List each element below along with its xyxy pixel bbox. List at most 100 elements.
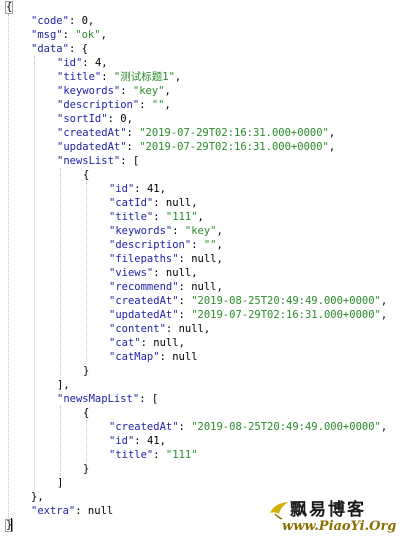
json-punctuation: : <box>153 449 166 461</box>
watermark-url: www.PiaoYi.Org <box>282 519 397 534</box>
matched-brace: { <box>5 1 14 14</box>
json-punctuation: , <box>101 57 108 69</box>
json-punctuation: , <box>380 309 388 321</box>
json-line: "newsList": [ <box>57 154 139 168</box>
json-punctuation: : <box>153 267 166 279</box>
json-line: "description": "", <box>57 98 171 112</box>
json-line: "data": { <box>31 42 88 56</box>
json-string-value: "2019-07-29T02:16:31.000+0000" <box>139 127 329 139</box>
json-string-value: "" <box>203 239 217 251</box>
json-key: "msg" <box>31 29 63 41</box>
json-value: null <box>172 351 198 363</box>
json-punctuation: , <box>216 253 223 265</box>
json-key: "id" <box>57 57 83 69</box>
json-viewer[interactable]: {"code": 0, "msg": "ok", "data": {"id": 4,… <box>0 0 419 540</box>
json-line: "msg": "ok", <box>31 28 107 42</box>
json-key: "extra" <box>31 505 76 517</box>
json-key: "description" <box>109 239 192 251</box>
json-line: "title": "测试标题1", <box>57 70 181 84</box>
json-line: "title": "111" <box>109 448 198 462</box>
json-key: "newsList" <box>57 155 121 167</box>
json-punctuation: ], <box>57 379 70 391</box>
json-punctuation: : <box>139 99 152 111</box>
json-punctuation: : <box>178 253 192 265</box>
json-line: { <box>83 406 89 420</box>
json-punctuation: : <box>172 225 185 237</box>
json-line: "id": 41, <box>109 182 166 196</box>
json-punctuation: , <box>216 281 223 293</box>
json-key: "views" <box>109 267 154 279</box>
json-punctuation: : <box>107 113 121 125</box>
json-key: "recommend" <box>109 281 179 293</box>
json-key: "catId" <box>109 197 154 209</box>
json-value: null <box>191 253 217 265</box>
json-punctuation: , <box>159 435 166 447</box>
indent-guide <box>60 168 61 378</box>
json-string-value: "2019-08-25T20:49:49.000+0000" <box>191 295 381 307</box>
json-line: "updatedAt": "2019-07-29T02:16:31.000+00… <box>109 308 387 322</box>
json-punctuation: : <box>126 141 140 153</box>
json-line: "newsMapList": [ <box>57 392 158 406</box>
json-punctuation: : <box>140 337 154 349</box>
json-key: "catMap" <box>109 351 160 363</box>
json-key: "id" <box>109 435 135 447</box>
json-line: "title": "111", <box>109 210 204 224</box>
json-value: null <box>178 323 204 335</box>
json-value: null <box>191 281 217 293</box>
json-punctuation: : <box>68 15 82 27</box>
json-key: "keywords" <box>57 85 121 97</box>
indent-guide <box>8 14 9 518</box>
json-key: "title" <box>109 449 154 461</box>
json-punctuation: , <box>178 337 185 349</box>
json-line: ], <box>57 378 70 392</box>
json-punctuation: : <box>178 421 192 433</box>
json-line: } <box>83 364 89 378</box>
json-line: "filepaths": null, <box>109 252 223 266</box>
json-line: "id": 4, <box>57 56 108 70</box>
json-punctuation: , <box>159 183 166 195</box>
json-punctuation: , <box>203 323 211 335</box>
json-line: "createdAt": "2019-08-25T20:49:49.000+00… <box>109 420 387 434</box>
json-punctuation: : <box>191 239 204 251</box>
json-punctuation: : <box>120 85 133 97</box>
json-key: "filepaths" <box>109 253 179 265</box>
json-value: null <box>153 337 179 349</box>
json-line: }, <box>31 490 44 504</box>
json-key: "updatedAt" <box>57 141 127 153</box>
indent-guide <box>86 420 87 462</box>
json-line: "updatedAt": "2019-07-29T02:16:31.000+00… <box>57 140 335 154</box>
json-punctuation: , <box>197 211 204 223</box>
json-punctuation: } <box>83 463 90 475</box>
json-line: "createdAt": "2019-08-25T20:49:49.000+00… <box>109 294 387 308</box>
json-string-value: "111" <box>165 449 198 461</box>
json-punctuation: : <box>153 211 166 223</box>
json-punctuation: : <box>75 505 88 517</box>
json-key: "createdAt" <box>109 421 179 433</box>
json-punctuation: : <box>101 71 114 83</box>
json-key: "createdAt" <box>109 295 179 307</box>
json-string-value: "2019-07-29T02:16:31.000+0000" <box>191 309 381 321</box>
json-line: "keywords": "key", <box>57 84 171 98</box>
json-punctuation: { <box>83 169 90 181</box>
json-line: "createdAt": "2019-07-29T02:16:31.000+00… <box>57 126 335 140</box>
json-line: "extra": null <box>31 504 113 518</box>
json-punctuation: : <box>62 29 76 41</box>
json-line: } <box>5 518 14 532</box>
json-punctuation: : [ <box>120 155 140 167</box>
json-key: "keywords" <box>109 225 173 237</box>
json-punctuation: , <box>174 71 182 83</box>
json-punctuation: : <box>134 435 147 447</box>
json-string-value: "key" <box>184 225 217 237</box>
json-value: 41 <box>146 435 160 447</box>
json-punctuation: : <box>165 323 179 335</box>
json-key: "newsMapList" <box>57 393 140 405</box>
json-punctuation: ] <box>57 477 64 489</box>
json-punctuation: : <box>178 295 192 307</box>
json-string-value: "测试标题1" <box>113 71 175 83</box>
indent-guide <box>86 182 87 364</box>
json-punctuation: , <box>87 15 95 27</box>
json-line: { <box>5 0 14 14</box>
json-line: "content": null, <box>109 322 210 336</box>
indent-guide <box>34 56 35 490</box>
json-punctuation: : <box>178 309 192 321</box>
